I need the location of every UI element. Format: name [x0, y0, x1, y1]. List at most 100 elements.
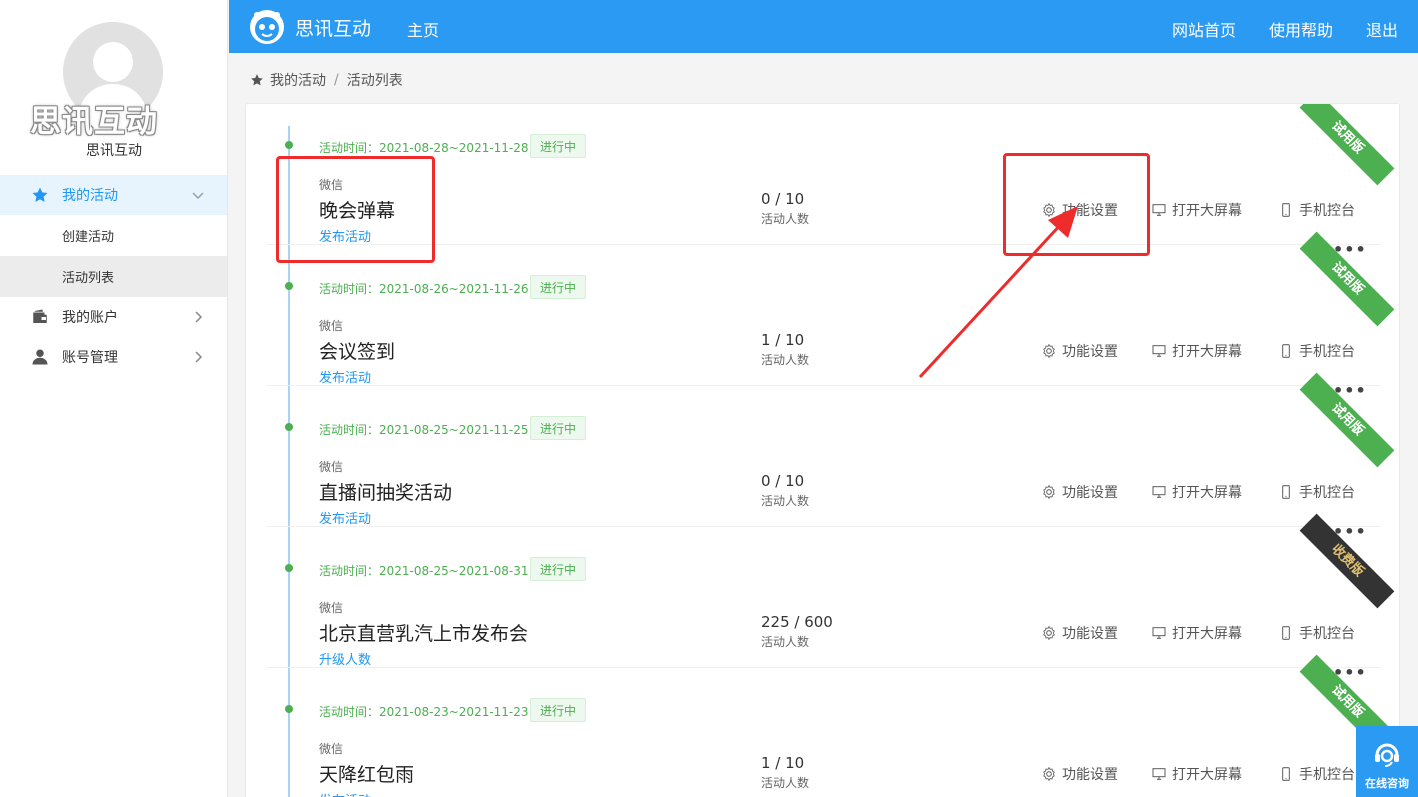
sidebar-item-my-account[interactable]: 我的账户	[0, 297, 227, 337]
status-badge: 进行中	[530, 698, 587, 722]
participant-count-label: 活动人数	[761, 353, 810, 367]
sidebar-item-create-activity[interactable]: 创建活动	[0, 215, 227, 256]
gear-icon	[1043, 766, 1055, 782]
open-big-screen-label: 打开大屏幕	[1172, 344, 1242, 360]
mobile-console-label: 手机控台	[1299, 626, 1355, 642]
participant-count: 1 / 10	[761, 331, 805, 349]
mobile-console-label: 手机控台	[1299, 767, 1355, 783]
sidebar-menu: 我的活动 创建活动 活动列表 我的账户 账号管理	[0, 175, 227, 377]
activity-time: 活动时间：2021-08-25~2021-11-25	[319, 423, 529, 437]
edition-ribbon: 收费版	[1299, 513, 1395, 609]
activity-title[interactable]: 天降红包雨	[319, 760, 414, 787]
activity-time: 活动时间：2021-08-26~2021-11-26	[319, 282, 529, 296]
online-consult-label: 在线咨询	[1365, 777, 1409, 790]
activity-row: 活动时间：2021-08-25~2021-08-31 进行中 微信 北京直营乳汽…	[266, 513, 1395, 682]
nav-site-home-link[interactable]: 网站首页	[1172, 17, 1236, 41]
open-big-screen-label: 打开大屏幕	[1172, 626, 1242, 642]
sidebar-item-label: 我的活动	[62, 188, 118, 204]
header-right-nav: 网站首页 使用帮助 退出	[1172, 17, 1418, 41]
participant-count-label: 活动人数	[761, 494, 810, 508]
settings-button[interactable]: 功能设置	[1041, 623, 1118, 643]
breadcrumb: 我的活动 / 活动列表	[250, 70, 403, 90]
open-big-screen-label: 打开大屏幕	[1172, 767, 1242, 783]
mobile-console-button[interactable]: 手机控台	[1278, 482, 1355, 502]
sidebar-item-activity-list[interactable]: 活动列表	[0, 256, 227, 297]
edition-ribbon: 试用版	[1299, 372, 1395, 468]
chevron-right-icon	[195, 351, 203, 363]
open-big-screen-label: 打开大屏幕	[1172, 485, 1242, 501]
participant-count: 0 / 10	[761, 472, 805, 490]
open-big-screen-label: 打开大屏幕	[1172, 203, 1242, 219]
breadcrumb-separator: /	[334, 72, 339, 88]
open-big-screen-button[interactable]: 打开大屏幕	[1151, 341, 1242, 361]
activity-action-link[interactable]: 升级人数	[319, 649, 371, 668]
status-badge: 进行中	[530, 416, 587, 440]
status-badge: 进行中	[530, 275, 587, 299]
open-big-screen-button[interactable]: 打开大屏幕	[1151, 764, 1242, 784]
user-icon	[30, 347, 50, 367]
activity-action-link[interactable]: 发布活动	[319, 790, 371, 797]
activity-action-link[interactable]: 发布活动	[319, 367, 371, 386]
monitor-icon	[1152, 768, 1166, 780]
timeline-dot	[285, 423, 293, 431]
nav-home-link[interactable]: 主页	[407, 17, 439, 41]
activity-platform: 微信	[319, 601, 344, 615]
settings-button-label: 功能设置	[1062, 626, 1118, 642]
breadcrumb-root[interactable]: 我的活动	[270, 70, 326, 90]
robot-logo-icon[interactable]	[249, 9, 285, 45]
mobile-console-label: 手机控台	[1299, 485, 1355, 501]
status-badge: 进行中	[530, 134, 587, 158]
breadcrumb-current: 活动列表	[346, 73, 403, 89]
timeline-dot	[285, 141, 293, 149]
activity-title[interactable]: 直播间抽奖活动	[319, 478, 452, 505]
mobile-console-button[interactable]: 手机控台	[1278, 764, 1355, 784]
online-consult-button[interactable]: 在线咨询	[1356, 726, 1418, 797]
status-badge: 进行中	[530, 557, 587, 581]
brand-name[interactable]: 思讯互动	[295, 14, 371, 41]
activity-row: 活动时间：2021-08-26~2021-11-26 进行中 微信 会议签到 发…	[266, 231, 1395, 400]
activity-title[interactable]: 会议签到	[319, 337, 395, 364]
sidebar: 思讯互动 思讯互动 我的活动 创建活动 活动列表 我的账户 账号管理	[0, 0, 228, 797]
gear-icon	[1043, 343, 1055, 359]
participant-count: 1 / 10	[761, 754, 805, 772]
monitor-icon	[1152, 486, 1166, 498]
settings-button[interactable]: 功能设置	[1041, 482, 1118, 502]
mobile-phone-icon	[1282, 203, 1290, 217]
nav-help-link[interactable]: 使用帮助	[1269, 17, 1333, 41]
mobile-console-label: 手机控台	[1299, 344, 1355, 360]
headset-icon	[1375, 743, 1399, 767]
settings-button[interactable]: 功能设置	[1041, 764, 1118, 784]
mobile-console-button[interactable]: 手机控台	[1278, 341, 1355, 361]
username: 思讯互动	[86, 143, 142, 159]
open-big-screen-button[interactable]: 打开大屏幕	[1151, 482, 1242, 502]
gear-icon	[1043, 625, 1055, 641]
activity-time: 活动时间：2021-08-28~2021-11-28	[319, 141, 529, 155]
timeline-dot	[285, 564, 293, 572]
open-big-screen-button[interactable]: 打开大屏幕	[1151, 623, 1242, 643]
gear-icon	[1043, 484, 1055, 500]
annotation-box-title	[276, 156, 435, 263]
mobile-console-button[interactable]: 手机控台	[1278, 200, 1355, 220]
mobile-console-button[interactable]: 手机控台	[1278, 623, 1355, 643]
settings-button[interactable]: 功能设置	[1041, 341, 1118, 361]
star-icon	[251, 74, 263, 86]
sidebar-item-account-manage[interactable]: 账号管理	[0, 337, 227, 377]
avatar-watermark: 思讯互动	[30, 104, 158, 140]
sidebar-item-label: 账号管理	[62, 350, 118, 366]
sidebar-item-my-activities[interactable]: 我的活动	[0, 175, 227, 215]
activity-title[interactable]: 北京直营乳汽上市发布会	[319, 619, 528, 646]
activity-row: 活动时间：2021-08-25~2021-11-25 进行中 微信 直播间抽奖活…	[266, 372, 1395, 541]
wallet-icon	[30, 307, 50, 327]
timeline-dot	[285, 282, 293, 290]
edition-ribbon: 试用版	[1299, 231, 1395, 327]
nav-logout-link[interactable]: 退出	[1366, 17, 1398, 41]
sidebar-item-label: 我的账户	[62, 310, 118, 326]
activity-platform: 微信	[319, 742, 344, 756]
activity-time: 活动时间：2021-08-23~2021-11-23	[319, 705, 529, 719]
activity-action-link[interactable]: 发布活动	[319, 508, 371, 527]
monitor-icon	[1152, 204, 1166, 216]
activity-row: 活动时间：2021-08-23~2021-11-23 进行中 微信 天降红包雨 …	[266, 654, 1395, 797]
activity-time: 活动时间：2021-08-25~2021-08-31	[319, 564, 529, 578]
participant-count: 225 / 600	[761, 613, 833, 631]
open-big-screen-button[interactable]: 打开大屏幕	[1151, 200, 1242, 220]
